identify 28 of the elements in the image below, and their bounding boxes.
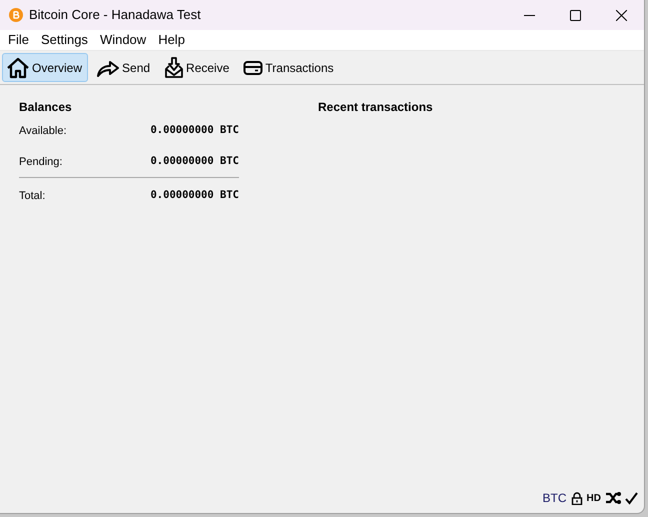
- unit-label[interactable]: BTC: [542, 489, 567, 507]
- card-icon: [243, 60, 264, 76]
- close-icon: [616, 10, 626, 20]
- network-icon: [605, 491, 621, 505]
- menu-item[interactable]: Help: [152, 30, 191, 50]
- toolbar-tab[interactable]: Overview: [2, 53, 88, 82]
- menu-item[interactable]: Window: [94, 30, 152, 50]
- toolbar-tab[interactable]: Send: [92, 53, 156, 82]
- maximize-icon: [570, 10, 580, 20]
- recent-transactions-heading: Recent transactions: [318, 99, 433, 116]
- balance-label: Total:: [19, 189, 46, 204]
- toolbar-tab[interactable]: Transactions: [239, 53, 340, 82]
- toolbar-tab[interactable]: Receive: [160, 53, 236, 82]
- menu-item[interactable]: File: [2, 30, 35, 50]
- balance-label: Available:: [19, 124, 66, 139]
- balance-amount: 0.00000000 BTC: [150, 154, 239, 169]
- inbox-arrow-icon: [164, 56, 184, 78]
- window-title: Bitcoin Core - Hanadawa Test: [29, 6, 201, 24]
- menu-item[interactable]: Settings: [34, 30, 94, 50]
- checkmark-icon: [625, 492, 638, 504]
- balances-heading: Balances: [19, 99, 73, 116]
- bitcoin-logo-icon: [9, 8, 23, 22]
- balance-label: Pending:: [19, 154, 62, 170]
- balance-amount: 0.00000000 BTC: [150, 123, 239, 138]
- balance-amount: 0.00000000 BTC: [150, 188, 239, 204]
- hd-indicator: HD: [586, 492, 601, 506]
- lock-icon: [570, 492, 583, 504]
- house-icon: [6, 56, 30, 78]
